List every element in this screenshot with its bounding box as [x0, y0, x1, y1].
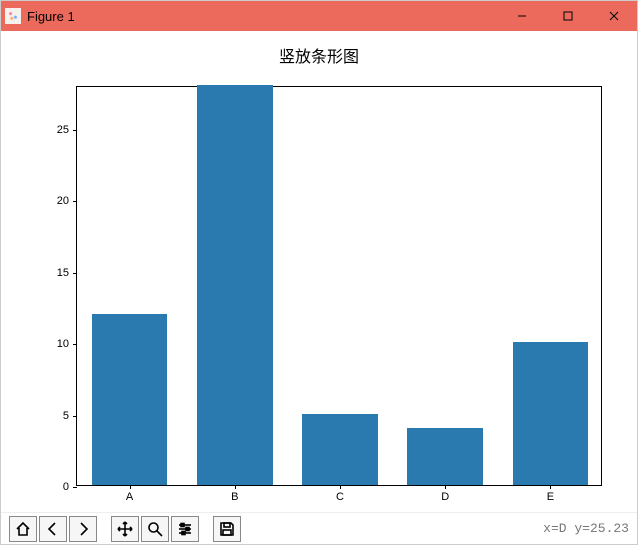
chart-title: 竖放条形图	[1, 43, 637, 67]
bar	[302, 414, 378, 485]
home-icon	[15, 521, 31, 537]
x-tick-label: A	[126, 485, 133, 503]
y-tick-label: 5	[63, 410, 77, 422]
maximize-button[interactable]	[545, 1, 591, 31]
cursor-coordinates: x=D y=25.23	[543, 521, 629, 536]
y-tick-label: 10	[57, 338, 77, 350]
figure-window: Figure 1 竖放条形图 0510152025ABCDE	[0, 0, 638, 545]
bar	[513, 342, 589, 485]
figure-canvas[interactable]: 竖放条形图 0510152025ABCDE	[1, 31, 637, 512]
x-tick-label: C	[336, 485, 344, 503]
forward-button[interactable]	[69, 516, 97, 542]
y-tick-label: 0	[63, 481, 77, 493]
y-tick-label: 25	[57, 124, 77, 136]
x-tick-label: D	[441, 485, 449, 503]
home-button[interactable]	[9, 516, 37, 542]
axes: 0510152025ABCDE	[76, 86, 602, 486]
zoom-button[interactable]	[141, 516, 169, 542]
save-button[interactable]	[213, 516, 241, 542]
save-icon	[219, 521, 235, 537]
pan-icon	[117, 521, 133, 537]
pan-button[interactable]	[111, 516, 139, 542]
configure-button[interactable]	[171, 516, 199, 542]
forward-arrow-icon	[75, 521, 91, 537]
zoom-icon	[147, 521, 163, 537]
sliders-icon	[177, 521, 193, 537]
minimize-icon	[517, 11, 527, 21]
back-arrow-icon	[45, 521, 61, 537]
bar	[92, 314, 168, 485]
maximize-icon	[563, 11, 573, 21]
bar	[197, 85, 273, 485]
bar	[407, 428, 483, 485]
close-button[interactable]	[591, 1, 637, 31]
minimize-button[interactable]	[499, 1, 545, 31]
close-icon	[609, 11, 619, 21]
window-title: Figure 1	[27, 9, 75, 24]
y-tick-label: 20	[57, 195, 77, 207]
x-tick-label: E	[547, 485, 554, 503]
toolbar: x=D y=25.23	[1, 512, 637, 544]
app-icon	[5, 8, 21, 24]
x-tick-label: B	[231, 485, 238, 503]
back-button[interactable]	[39, 516, 67, 542]
titlebar: Figure 1	[1, 1, 637, 31]
y-tick-label: 15	[57, 267, 77, 279]
